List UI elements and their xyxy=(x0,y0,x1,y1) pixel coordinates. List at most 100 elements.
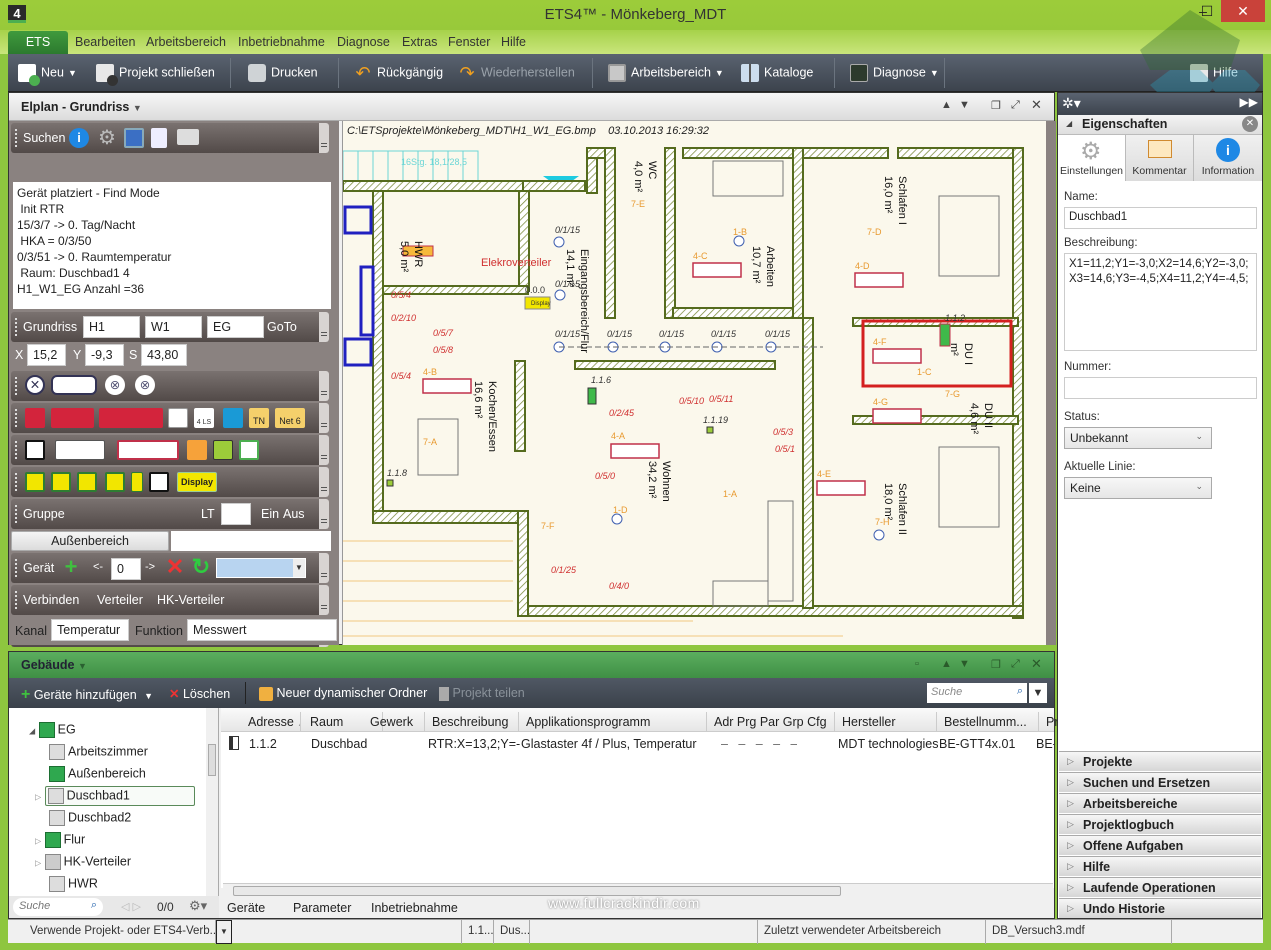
column-header-beschreibung[interactable]: Beschreibung xyxy=(427,712,519,732)
tree-item-duschbad1[interactable]: ▷ Duschbad1 xyxy=(35,786,195,806)
thermostat-icon[interactable] xyxy=(223,408,243,428)
tree-item-duschbad2[interactable]: Duschbad2 xyxy=(49,810,131,826)
socket-triple-icon[interactable] xyxy=(99,408,163,428)
menu-ets[interactable]: ETS xyxy=(8,31,68,54)
elplan-panel-title[interactable]: Elplan - Grundriss ▼ xyxy=(21,100,142,114)
strip-options-button[interactable] xyxy=(319,499,329,529)
chevron-down-icon[interactable]: ▼ xyxy=(293,559,305,577)
pin-icon[interactable]: ▫ xyxy=(915,658,919,670)
motion-sensor-icon[interactable] xyxy=(239,440,259,460)
tree-item-arbeitszimmer[interactable]: Arbeitszimmer xyxy=(49,744,148,760)
strip-options-button[interactable] xyxy=(319,585,329,615)
outdoor-area-button[interactable]: Außenbereich xyxy=(11,531,169,551)
pushbutton-2-icon[interactable] xyxy=(51,472,71,492)
minus-button-icon[interactable] xyxy=(149,472,169,492)
previous-result-icon[interactable]: ◁ ▷ xyxy=(121,900,141,913)
close-icon[interactable]: ✕ xyxy=(1242,116,1258,132)
collapse-panel-icon[interactable]: ▶▶ xyxy=(1240,95,1258,109)
strip-options-button[interactable] xyxy=(319,467,329,497)
floor-input[interactable]: EG xyxy=(207,316,264,338)
column-header-bestellnummer[interactable]: Bestellnumm... xyxy=(939,712,1039,732)
tree-settings-icon[interactable]: ⚙▾ xyxy=(189,898,207,914)
drag-handle[interactable] xyxy=(15,129,17,147)
floor-heating-icon[interactable] xyxy=(187,440,207,460)
heating-distributor-button[interactable]: HK-Verteiler xyxy=(157,593,224,607)
floor-plan-canvas[interactable]: C:\ETSprojekte\Mönkeberg_MDT\H1_W1_EG.bm… xyxy=(342,121,1046,645)
save-icon[interactable] xyxy=(124,128,144,148)
connection-dropdown[interactable]: ▼ xyxy=(216,920,232,944)
strip-options-button[interactable] xyxy=(319,312,329,342)
maximize-button-glyph[interactable]: ☐ xyxy=(1192,0,1222,22)
column-header-flags[interactable]: Adr Prg Par Grp Cfg xyxy=(709,712,835,732)
tree-item-hwr[interactable]: HWR xyxy=(49,876,98,892)
collapse-icon[interactable]: ◢ xyxy=(29,726,35,735)
building-panel-title[interactable]: Gebäude ▼ xyxy=(21,658,87,672)
blind-icon[interactable] xyxy=(55,440,105,460)
next-device-button[interactable]: -> xyxy=(145,561,155,573)
off-button[interactable]: Aus xyxy=(283,507,305,521)
undock-icon[interactable]: ❐ xyxy=(991,658,1001,671)
rotate-icon[interactable]: ↻ xyxy=(191,556,211,578)
on-button[interactable]: Ein xyxy=(261,507,279,521)
tree-search-input[interactable]: Suche ⌕ xyxy=(13,898,103,916)
delete-device-icon[interactable]: ✕ xyxy=(165,556,185,578)
strip-options-button[interactable] xyxy=(319,403,329,433)
tab-einstellungen[interactable]: ⚙ Einstellungen xyxy=(1058,135,1126,181)
column-header-adresse[interactable]: Adresse ▲ xyxy=(243,712,301,732)
menu-diagnose[interactable]: Diagnose xyxy=(337,35,390,49)
display-device-icon[interactable]: Display xyxy=(177,472,217,492)
connect-button[interactable]: Verbinden xyxy=(23,593,79,607)
number-field[interactable] xyxy=(1064,377,1257,399)
info-icon[interactable]: i xyxy=(69,128,89,148)
light-strip-icon[interactable] xyxy=(51,375,97,395)
drag-handle[interactable] xyxy=(15,473,17,491)
ceiling-light-icon[interactable]: ✕ xyxy=(25,375,45,395)
accordion-projektlogbuch[interactable]: Projektlogbuch xyxy=(1059,814,1261,834)
accordion-suchen-ersetzen[interactable]: Suchen und Ersetzen xyxy=(1059,772,1261,792)
delete-button[interactable]: ✕ Löschen xyxy=(169,686,230,701)
tab-inbetriebnahme[interactable]: Inbetriebnahme xyxy=(371,901,458,915)
scale-input[interactable]: 43,80 xyxy=(141,344,187,366)
pushbutton-4-icon[interactable] xyxy=(105,472,125,492)
close-button[interactable]: ✕ xyxy=(1221,0,1265,22)
lt-input[interactable] xyxy=(221,503,251,525)
accordion-arbeitsbereiche[interactable]: Arbeitsbereiche xyxy=(1059,793,1261,813)
column-header-applikationsprogramm[interactable]: Applikationsprogramm xyxy=(521,712,707,732)
x-coordinate-input[interactable]: 15,2 xyxy=(27,344,66,366)
device-type-select[interactable]: ▼ xyxy=(216,558,306,578)
tab-information[interactable]: i Information xyxy=(1194,135,1262,181)
drag-handle[interactable] xyxy=(15,591,17,609)
chevron-down-icon[interactable]: ▼ xyxy=(144,691,153,701)
accordion-projekte[interactable]: Projekte xyxy=(1059,751,1261,771)
chevron-down-icon[interactable]: ▼ xyxy=(68,68,77,78)
move-down-icon[interactable]: ▼ xyxy=(959,658,970,670)
tree-item-flur[interactable]: ▷ Flur xyxy=(35,832,85,848)
apartment-input[interactable]: W1 xyxy=(145,316,202,338)
resize-grip[interactable] xyxy=(1172,920,1263,944)
column-header-hersteller[interactable]: Hersteller xyxy=(837,712,937,732)
search-icon[interactable]: ⌕ xyxy=(91,899,97,912)
tree-scrollbar[interactable] xyxy=(206,708,218,896)
distributor-button[interactable]: Verteiler xyxy=(97,593,143,607)
status-select[interactable]: Unbekannt ⌄ xyxy=(1064,427,1212,449)
printer-icon[interactable] xyxy=(177,129,199,145)
drag-handle[interactable] xyxy=(15,505,17,523)
table-row[interactable]: 1.1.2 Duschbad RTR:X=13,2;Y=-3 Glastaste… xyxy=(221,734,1054,754)
search-icon[interactable]: ⌕ xyxy=(1017,685,1023,698)
move-up-icon[interactable]: ▲ xyxy=(941,658,952,670)
catalogs-button[interactable]: Kataloge xyxy=(741,64,813,82)
drag-handle[interactable] xyxy=(15,318,17,336)
expand-icon[interactable]: ▷ xyxy=(35,836,41,845)
outdoor-area-field[interactable] xyxy=(171,531,331,551)
building-search-input[interactable]: Suche ⌕ xyxy=(927,683,1027,703)
chevron-down-icon[interactable]: ▼ xyxy=(78,661,87,671)
search-label[interactable]: Suchen xyxy=(23,131,65,145)
gear-icon[interactable]: ⚙ xyxy=(97,128,117,148)
menu-fenster[interactable]: Fenster xyxy=(448,35,490,49)
filter-icon[interactable]: ▼ xyxy=(1029,683,1047,703)
drag-handle[interactable] xyxy=(15,409,17,427)
socket-tn-icon[interactable]: TN xyxy=(249,408,269,428)
close-panel-icon[interactable]: ✕ xyxy=(1031,656,1042,672)
accordion-hilfe[interactable]: Hilfe xyxy=(1059,856,1261,876)
device-index-input[interactable]: 0 xyxy=(111,558,141,580)
